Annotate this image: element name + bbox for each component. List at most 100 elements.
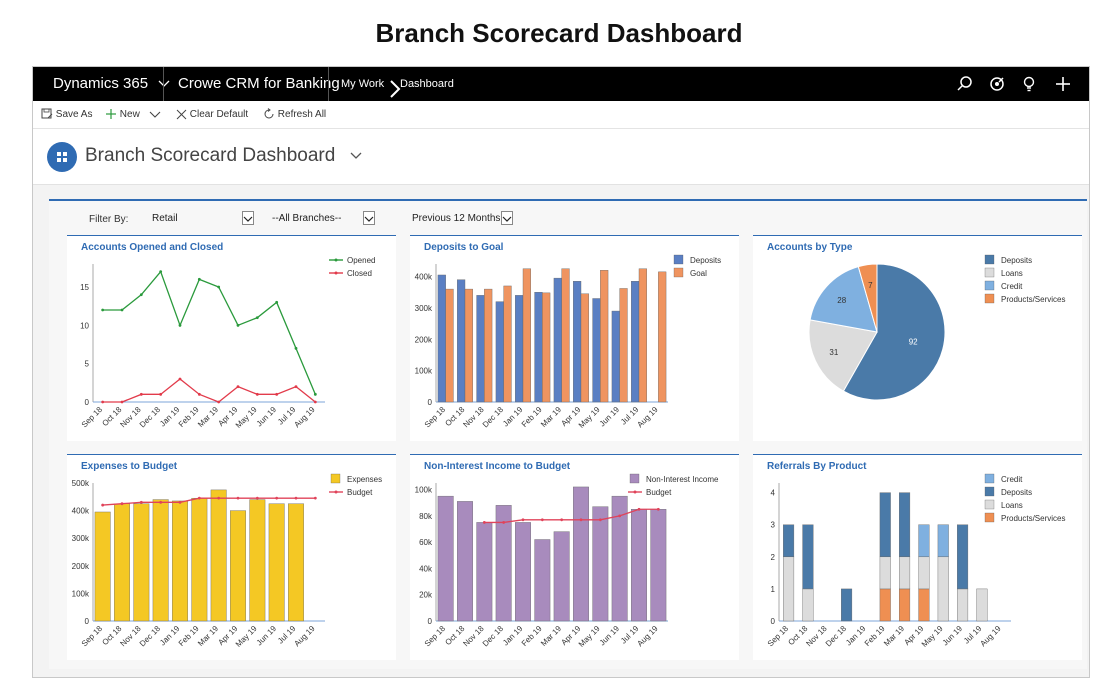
dashboard-title[interactable]: Branch Scorecard Dashboard [85,145,363,167]
budget-point [255,496,259,500]
opened-point [313,392,317,396]
expenses-bar [268,503,285,622]
non-interest-income-bar [457,501,473,622]
filter-label: Filter By: [89,214,129,225]
x-tick-label: Aug 19 [635,624,660,649]
referral-segment [918,556,930,590]
budget-point [139,500,143,504]
deposits-bar [495,301,504,403]
y-tick-label: 5 [85,360,90,369]
expenses-bar [133,503,150,622]
plus-icon [106,109,116,120]
legend-swatch [334,271,338,275]
x-tick-label: Aug 19 [292,405,317,430]
target-icon[interactable] [987,74,1007,94]
non-interest-income-bar [592,506,609,622]
opened-point [159,270,163,274]
legend-label: Non-Interest Income [646,475,719,484]
expenses-bar [249,499,266,622]
y-tick-label: 3 [771,521,776,530]
pie-slice-label: 31 [829,348,838,357]
x-tick-label: Jun 19 [255,405,279,429]
goal-bar [542,292,551,403]
plus-icon[interactable] [1053,74,1073,94]
panel-non-interest-income: Non-Interest Income to Budget 0 20k 40k 60k… [410,454,739,660]
budget-point [560,518,564,522]
deposits-bar [611,310,620,403]
legend-swatch [984,254,995,265]
goal-bar [464,288,473,403]
legend-swatch [629,473,640,484]
legend-label: Products/Services [1001,295,1065,304]
legend-swatch [984,473,995,484]
goal-bar [658,271,667,403]
x-tick-label: May 19 [234,405,259,430]
budget-point [598,518,602,522]
app-switcher[interactable]: Dynamics 365 [53,67,170,101]
x-tick-label: Mar 19 [196,405,220,429]
budget-point [120,502,124,506]
budget-point [178,500,182,504]
module-name[interactable]: Crowe CRM for Banking [178,67,340,101]
legend-label: Credit [1001,282,1023,291]
dashboard-title-label: Branch Scorecard Dashboard [85,145,336,166]
budget-point [540,518,544,522]
bar-chart: 0100k200k300k400k500kSep 18Oct 18Nov 18D… [72,473,382,649]
referral-segment [937,556,949,622]
closed-line [102,378,316,403]
nav-divider [328,67,329,101]
budget-point [197,496,201,500]
x-tick-label: Aug 19 [978,624,1003,649]
expenses-bar [114,503,130,622]
breadcrumb-my-work[interactable]: My Work [341,67,384,101]
expenses-bar [210,489,227,622]
breadcrumb-dashboard[interactable]: Dashboard [400,67,454,101]
deposits-bar [631,281,640,403]
chevron-down-icon[interactable] [149,109,161,119]
refresh-all-button[interactable]: Refresh All [263,101,326,129]
closed-point [159,392,163,396]
legend-label: Loans [1001,269,1023,278]
chevron-down-icon[interactable] [501,211,513,225]
chevron-down-icon[interactable] [363,211,375,225]
y-tick-label: 200k [72,562,90,571]
new-button[interactable]: New [105,101,161,129]
legend-label: Loans [1001,501,1023,510]
budget-point [502,521,506,524]
referral-segment [957,588,969,622]
segment-select[interactable]: Retail [149,211,254,226]
y-tick-label: 0 [428,617,433,626]
referral-segment [899,588,911,622]
referral-segment [918,524,930,558]
closed-point [294,385,298,389]
legend-label: Credit [1001,475,1023,484]
x-tick-label: May 19 [920,624,945,649]
x-tick-label: Sep 18 [423,624,448,649]
lightbulb-icon[interactable] [1019,74,1039,94]
search-icon[interactable] [955,74,975,94]
x-tick-label: Dec 18 [138,405,163,430]
save-as-button[interactable]: Save As [41,101,92,129]
chevron-down-icon[interactable] [242,211,254,225]
save-as-label: Save As [55,109,93,120]
goal-bar [484,288,493,403]
budget-point [618,514,622,518]
branches-select[interactable]: --All Branches-- [269,211,377,226]
pie-slice-label: 92 [909,338,918,347]
x-tick-label: Dec 18 [138,624,163,649]
budget-point [159,500,163,504]
period-select[interactable]: Previous 12 Months [409,211,509,226]
referral-segment [783,556,795,622]
deposits-bar [515,295,524,403]
close-icon [176,109,187,120]
panel-expenses-to-budget: Expenses to Budget 0 100k 200k 300k 400k 500k… [67,454,396,660]
non-interest-income-bar [553,531,570,622]
panel-accounts-opened-closed: Accounts Opened and Closed 0 5 10 15 Sep 18 O… [67,235,396,441]
opened-point [294,346,298,350]
new-label: New [119,109,140,120]
clear-default-button[interactable]: Clear Default [176,101,248,129]
panel-accounts-by-type: Accounts by Type 92 31 28 7 Deposits Loans Cre… [753,235,1082,441]
y-tick-label: 20k [419,591,433,600]
x-tick-label: Sep 18 [80,624,105,649]
opened-line [102,270,316,395]
